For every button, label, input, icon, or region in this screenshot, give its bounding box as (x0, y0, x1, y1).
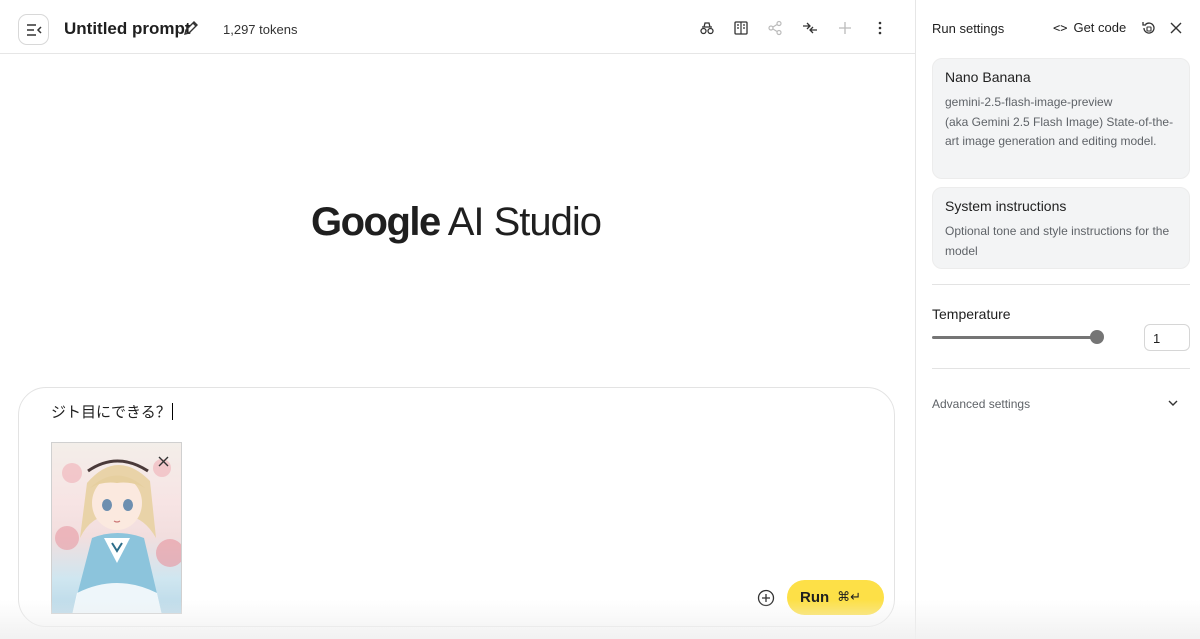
code-icon: <> (1053, 20, 1068, 35)
run-button[interactable]: Run ⌘↵ (787, 580, 884, 615)
add-icon[interactable] (836, 19, 854, 37)
get-code-button[interactable]: <> Get code (1053, 20, 1126, 35)
chevron-down-icon[interactable] (1167, 396, 1181, 410)
edit-title-icon[interactable] (183, 20, 199, 36)
temperature-label: Temperature (932, 306, 1011, 322)
divider (932, 284, 1190, 285)
temperature-input[interactable]: 1 (1144, 324, 1190, 351)
logo-product: AI Studio (447, 200, 602, 244)
temperature-slider[interactable] (932, 336, 1098, 339)
logo-brand: Google (311, 200, 441, 244)
run-shortcut: ⌘↵ (837, 590, 862, 605)
close-icon (158, 456, 168, 466)
system-instructions-title: System instructions (945, 198, 1067, 214)
model-id: gemini-2.5-flash-image-preview (945, 95, 1113, 109)
model-details: gemini-2.5-flash-image-preview (aka Gemi… (945, 93, 1183, 152)
remove-image-button[interactable] (153, 451, 173, 471)
compare-icon[interactable] (698, 19, 716, 37)
book-icon[interactable] (732, 19, 750, 37)
temperature-slider-handle[interactable] (1090, 330, 1104, 344)
prompt-input[interactable]: ジト目にできる？ (51, 401, 173, 422)
system-instructions-card[interactable]: System instructions Optional tone and st… (932, 187, 1190, 269)
share-icon[interactable] (766, 19, 784, 37)
google-ai-studio-logo: Google AI Studio (311, 200, 602, 245)
model-name: Nano Banana (945, 69, 1031, 85)
run-settings-panel: Run settings <> Get code Nano Banana gem… (915, 0, 1200, 639)
prompt-text: ジト目にできる？ (51, 403, 171, 421)
token-count: 1,297 tokens (223, 22, 298, 37)
divider (932, 368, 1190, 369)
top-toolbar: Untitled prompt 1,297 tokens (0, 0, 915, 54)
run-label: Run (800, 589, 830, 606)
get-code-label: Get code (1073, 20, 1127, 35)
more-options-icon[interactable] (871, 19, 889, 37)
prompt-input-box[interactable]: ジト目にできる？ Run ⌘↵ (18, 387, 895, 627)
reset-settings-icon[interactable] (1140, 19, 1158, 37)
model-description: (aka Gemini 2.5 Flash Image) State-of-th… (945, 114, 1174, 149)
panel-title: Run settings (932, 21, 1005, 36)
advanced-settings-toggle[interactable]: Advanced settings (932, 397, 1030, 411)
app-root: Untitled prompt 1,297 tokens Google AI S… (0, 0, 1200, 639)
menu-collapse-icon (26, 23, 42, 36)
toggle-sidebar-button[interactable] (18, 14, 49, 45)
add-circle-icon (757, 589, 775, 607)
system-instructions-description: Optional tone and style instructions for… (945, 224, 1170, 258)
close-panel-icon[interactable] (1167, 19, 1185, 37)
text-caret (171, 403, 173, 420)
compare-arrows-icon[interactable] (801, 19, 819, 37)
add-media-button[interactable] (757, 589, 775, 607)
attached-image-thumbnail[interactable] (51, 442, 182, 614)
prompt-title: Untitled prompt (64, 19, 191, 38)
model-selector-card[interactable]: Nano Banana gemini-2.5-flash-image-previ… (932, 58, 1190, 179)
